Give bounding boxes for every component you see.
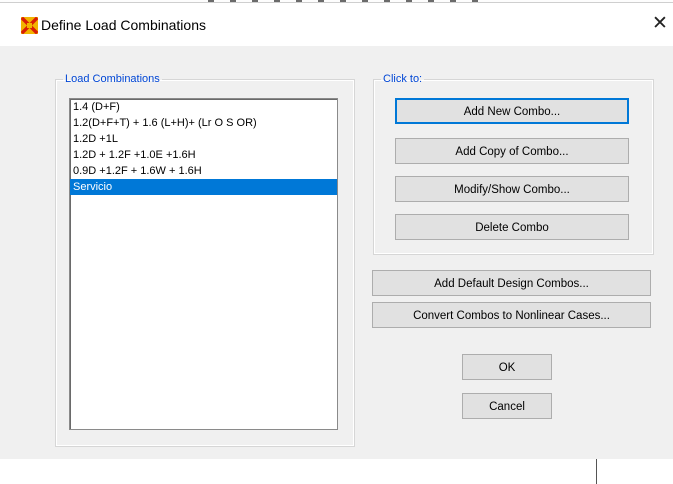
list-item[interactable]: 1.2(D+F+T) + 1.6 (L+H)+ (Lr O S OR) [70,115,337,131]
define-load-combinations-dialog: Define Load Combinations ✕ Load Combinat… [0,2,673,459]
modify-show-combo-button[interactable]: Modify/Show Combo... [395,176,629,202]
add-default-design-combos-button[interactable]: Add Default Design Combos... [372,270,651,296]
list-item[interactable]: 1.2D + 1.2F +1.0E +1.6H [70,147,337,163]
ok-button[interactable]: OK [462,354,552,380]
title-bar[interactable]: Define Load Combinations ✕ [0,3,673,46]
list-item[interactable]: 0.9D +1.2F + 1.6W + 1.6H [70,163,337,179]
sap2000-icon [21,17,38,34]
list-item[interactable]: 1.4 (D+F) [70,99,337,115]
click-to-legend: Click to: [383,73,423,85]
list-item-selected[interactable]: Servicio [70,179,337,195]
convert-combos-button[interactable]: Convert Combos to Nonlinear Cases... [372,302,651,328]
close-icon[interactable]: ✕ [648,9,672,39]
cancel-button[interactable]: Cancel [462,393,552,419]
delete-combo-button[interactable]: Delete Combo [395,214,629,240]
add-copy-of-combo-button[interactable]: Add Copy of Combo... [395,138,629,164]
window-title: Define Load Combinations [41,17,206,33]
background-divider [596,458,597,484]
add-new-combo-button[interactable]: Add New Combo... [395,98,629,124]
load-combinations-legend: Load Combinations [65,73,160,85]
list-item[interactable]: 1.2D +1L [70,131,337,147]
load-combinations-list[interactable]: 1.4 (D+F) 1.2(D+F+T) + 1.6 (L+H)+ (Lr O … [69,98,338,430]
